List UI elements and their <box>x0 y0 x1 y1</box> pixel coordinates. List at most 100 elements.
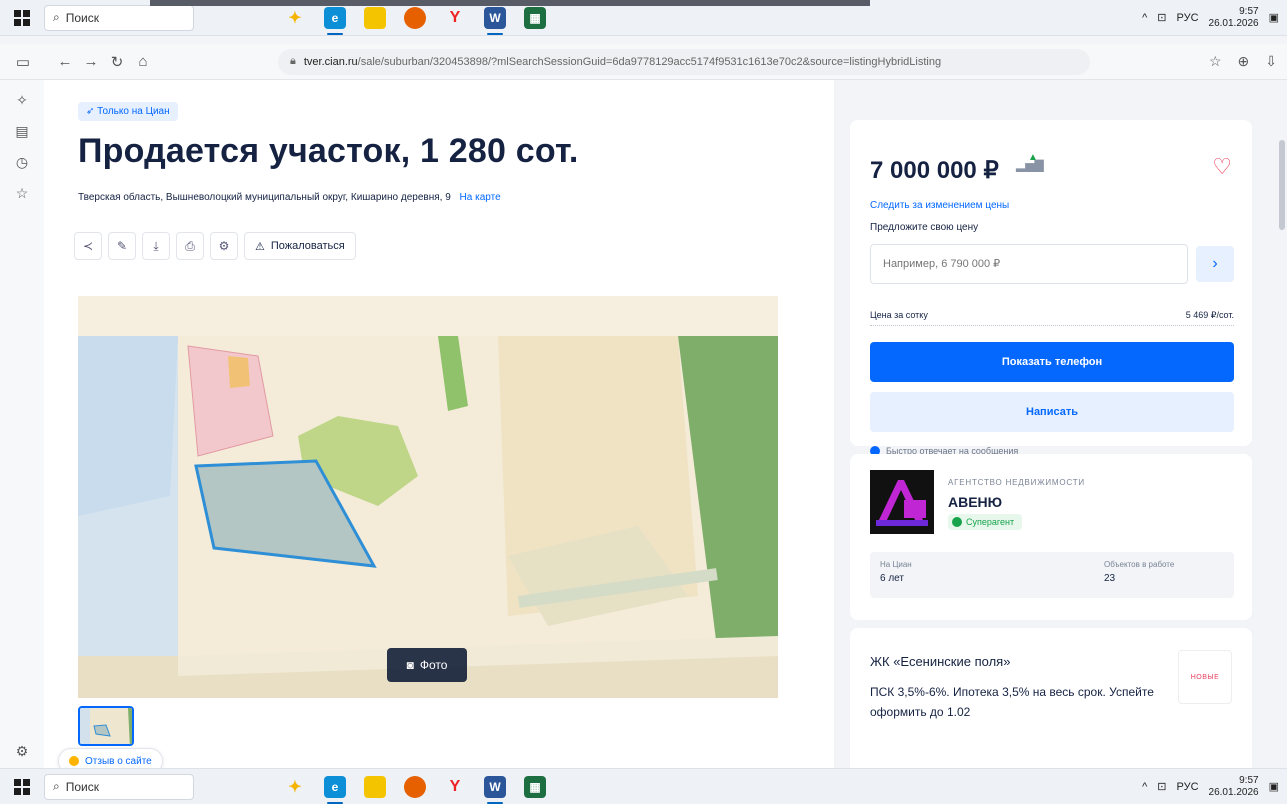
windows-start-button[interactable] <box>0 9 44 26</box>
page-scrollbar[interactable] <box>1277 80 1287 768</box>
favorite-star-icon[interactable]: ☆ <box>1209 53 1222 70</box>
agency-logo[interactable] <box>870 470 934 534</box>
agency-name[interactable]: АВЕНЮ <box>948 494 1002 510</box>
offer-price-input[interactable] <box>870 244 1188 284</box>
search-icon: ⌕ <box>53 779 60 793</box>
sheet-icon[interactable]: ▦ <box>524 775 546 798</box>
copilot-sidebar-icon[interactable]: ✧ <box>16 92 28 109</box>
price-card: 7 000 000 ₽ ▂▅▇ ▲ ♡ Следить за изменением… <box>850 120 1252 456</box>
agency-type: АГЕНТСТВО НЕДВИЖИМОСТИ <box>948 478 1085 487</box>
favorites-icon[interactable]: ☆ <box>16 185 29 202</box>
taskbar-search-bottom[interactable]: ⌕ Поиск <box>44 773 194 800</box>
clock[interactable]: 9:57 26.01.2026 <box>1209 6 1259 30</box>
top-banner <box>150 0 870 6</box>
print-icon[interactable]: ⎙ <box>176 232 204 260</box>
search-icon: ⌕ <box>53 10 60 24</box>
lang-indicator[interactable]: РУС <box>1177 12 1199 24</box>
feedback-button[interactable]: Отзыв о сайте <box>58 748 163 768</box>
address-bar[interactable]: 🔒︎ tver.cian.ru/sale/suburban/320453898/… <box>278 48 1090 75</box>
clock[interactable]: 9:57 26.01.2026 <box>1209 775 1259 799</box>
network-icon[interactable]: ⊡ <box>1157 780 1166 793</box>
taskbar-apps: ✦ e Y W ▦ <box>284 6 546 35</box>
share-icon[interactable]: ≺ <box>74 232 102 260</box>
agency-stats: На Циан 6 лет Объектов в работе 23 <box>870 552 1234 598</box>
taskbar-bottom: ⌕ Поиск ✦ e Y W ▦ ^ ⊡ РУС 9:57 26.01.202… <box>0 768 1287 804</box>
stat-years: На Циан 6 лет <box>880 560 912 584</box>
warning-icon: ⚠ <box>255 240 265 253</box>
listing-title: Продается участок, 1 280 сот. <box>78 132 579 170</box>
system-tray-bottom: ^ ⊡ РУС 9:57 26.01.2026 ▣ <box>1142 775 1279 799</box>
notification-icon[interactable]: ▣ <box>1269 780 1279 793</box>
yandex-icon[interactable]: Y <box>444 7 466 29</box>
listing-photo[interactable] <box>78 296 778 698</box>
browser-right-icons: ☆ ⊕ ⇩ <box>1209 53 1277 70</box>
watch-price-link[interactable]: Следить за изменением цены <box>870 200 1009 211</box>
system-tray: ^ ⊡ РУС 9:57 26.01.2026 ▣ <box>1142 6 1279 30</box>
agency-card: АГЕНТСТВО НЕДВИЖИМОСТИ АВЕНЮ Суперагент … <box>850 454 1252 620</box>
scrollbar-thumb[interactable] <box>1279 140 1285 230</box>
files-icon[interactable] <box>364 775 386 798</box>
smile-icon <box>69 756 79 766</box>
stat-objects: Объектов в работе 23 <box>1104 560 1175 584</box>
page-content: ➶ Только на Циан Продается участок, 1 28… <box>44 80 1287 768</box>
back-icon[interactable]: ← <box>52 53 78 70</box>
firefox-icon[interactable] <box>404 6 426 29</box>
edit-icon[interactable]: ✎ <box>108 232 136 260</box>
yandex-icon[interactable]: Y <box>444 776 466 798</box>
report-button[interactable]: ⚠ Пожаловаться <box>244 232 356 260</box>
map-link[interactable]: На карте <box>460 192 501 203</box>
price-history-icon[interactable]: ▂▅▇ ▲ <box>1016 152 1044 172</box>
cadastral-map-image <box>78 296 778 698</box>
write-message-button[interactable]: Написать <box>870 392 1234 432</box>
chevron-up-icon[interactable]: ^ <box>1142 12 1147 24</box>
edge-icon[interactable]: e <box>324 775 346 804</box>
favorite-heart-icon[interactable]: ♡ <box>1212 154 1232 180</box>
word-icon[interactable]: W <box>484 775 506 804</box>
listing-main: ➶ Только на Циан Продается участок, 1 28… <box>44 80 834 768</box>
chevron-right-icon: › <box>1212 255 1218 272</box>
history-icon[interactable]: ◷ <box>16 154 28 171</box>
listing-address: Тверская область, Вышневолоцкий муниципа… <box>78 192 501 203</box>
browser-edge-sidebar: ✧ ▤ ◷ ☆ ⚙ <box>0 80 44 768</box>
sheet-icon[interactable]: ▦ <box>524 6 546 29</box>
camera-icon: ◙ <box>406 658 414 672</box>
promo-logo: НОВЫЕ <box>1178 650 1232 704</box>
promo-title[interactable]: ЖК «Есенинские поля» <box>870 654 1010 669</box>
agency-logo-image <box>870 470 934 534</box>
reload-icon[interactable]: ↻ <box>104 53 130 71</box>
home-icon[interactable]: ⌂ <box>130 53 156 70</box>
taskbar-top: ⌕ Поиск ✦ e Y W ▦ ^ ⊡ РУС 9:57 26.01.202… <box>0 0 1287 36</box>
download-icon[interactable]: ⤓ <box>142 232 170 260</box>
only-cian-badge: ➶ Только на Циан <box>78 102 178 121</box>
word-icon[interactable]: W <box>484 6 506 35</box>
settings-gear-icon[interactable]: ⚙ <box>16 743 29 760</box>
downloads-icon[interactable]: ⇩ <box>1265 53 1277 70</box>
url-rest: /sale/suburban/320453898/?mlSearchSessio… <box>357 55 942 68</box>
offer-submit-button[interactable]: › <box>1196 246 1234 282</box>
show-phone-button[interactable]: Показать телефон <box>870 342 1234 382</box>
collections-icon[interactable]: ▤ <box>15 123 28 140</box>
copilot-icon[interactable]: ✦ <box>284 776 306 798</box>
firefox-icon[interactable] <box>404 775 426 798</box>
copilot-icon[interactable]: ✦ <box>284 7 306 29</box>
sidebar-toggle-icon[interactable]: ▭ <box>10 53 36 71</box>
forward-icon[interactable]: → <box>78 53 104 70</box>
windows-logo-icon <box>14 9 30 26</box>
edge-icon[interactable]: e <box>324 6 346 35</box>
network-icon[interactable]: ⊡ <box>1157 11 1166 24</box>
photo-thumbnail[interactable] <box>78 706 134 746</box>
notification-icon[interactable]: ▣ <box>1269 11 1279 24</box>
chevron-up-icon[interactable]: ^ <box>1142 781 1147 793</box>
settings-icon[interactable]: ⚙ <box>210 232 238 260</box>
arrow-up-icon: ▲ <box>1028 152 1038 163</box>
extensions-icon[interactable]: ⊕ <box>1238 53 1250 70</box>
windows-start-button-bottom[interactable] <box>0 778 44 795</box>
taskbar-search[interactable]: ⌕ Поиск <box>44 4 194 31</box>
lang-indicator[interactable]: РУС <box>1177 781 1199 793</box>
promo-card[interactable]: ЖК «Есенинские поля» ПСК 3,5%-6%. Ипотек… <box>850 628 1252 768</box>
lock-icon: 🔒︎ <box>290 55 296 67</box>
listing-actions: ≺ ✎ ⤓ ⎙ ⚙ ⚠ Пожаловаться <box>74 232 356 260</box>
photo-button[interactable]: ◙ Фото <box>387 648 467 682</box>
files-icon[interactable] <box>364 6 386 29</box>
price-value: 7 000 000 ₽ <box>870 157 999 184</box>
